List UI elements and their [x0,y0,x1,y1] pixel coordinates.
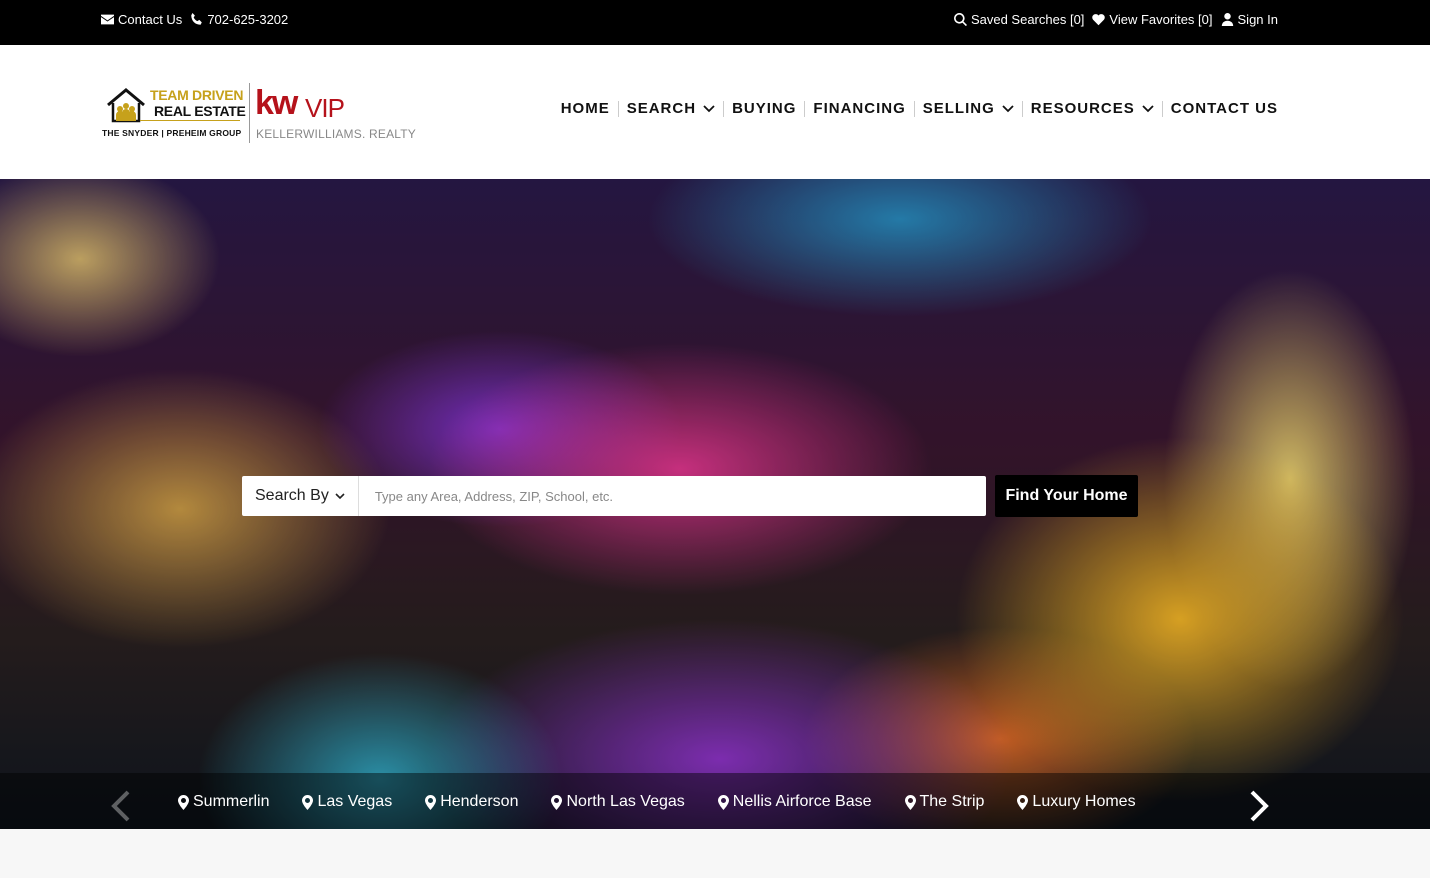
hero-banner: Search By Find Your Home Summerlin Las V… [0,179,1430,829]
area-label: North Las Vegas [566,793,685,810]
nav-buying[interactable]: BUYING [724,100,804,117]
logo-divider [249,83,250,143]
view-favorites-link[interactable]: View Favorites [0] [1092,12,1213,27]
find-your-home-button[interactable]: Find Your Home [995,475,1138,517]
nav-search[interactable]: SEARCH [619,100,723,117]
sign-in-link[interactable]: Sign In [1221,12,1278,27]
map-marker-icon [425,794,437,810]
carousel-next-button[interactable] [1247,789,1271,823]
logo-team-driven: TEAM DRIVEN [150,87,244,103]
sign-in-label: Sign In [1237,12,1278,27]
nav-contact-us[interactable]: CONTACT US [1163,100,1278,117]
chevron-left-icon [111,790,130,822]
map-marker-icon [1017,794,1029,810]
nav-resources-label: RESOURCES [1030,100,1135,117]
page-content-start [0,829,1430,878]
search-input[interactable] [358,476,986,516]
site-logo[interactable]: TEAM DRIVEN REAL ESTATE THE SNYDER | PRE… [100,83,416,143]
nav-home[interactable]: HOME [553,100,618,117]
chevron-down-icon [1142,104,1154,112]
area-label: Luxury Homes [1032,793,1136,810]
house-icon [107,88,145,123]
chevron-down-icon [335,492,345,499]
phone-number: 702-625-3202 [207,12,289,27]
area-label: The Strip [919,793,985,810]
area-link-the-strip[interactable]: The Strip [904,793,985,811]
map-marker-icon [302,794,314,810]
area-label: Las Vegas [317,793,393,810]
top-bar: Contact Us 702-625-3202 Saved Searches [… [0,0,1430,45]
search-by-label: Search By [255,487,329,504]
area-label: Nellis Airforce Base [732,793,872,810]
area-label: Henderson [440,793,519,810]
top-bar-right: Saved Searches [0] View Favorites [0] Si… [954,12,1278,27]
nav-search-label: SEARCH [626,100,697,117]
chevron-down-icon [1002,104,1014,112]
search-icon [954,13,967,26]
map-marker-icon [178,794,189,810]
team-driven-logo: TEAM DRIVEN REAL ESTATE THE SNYDER | PRE… [100,83,246,143]
envelope-icon [101,14,114,25]
kw-logo-mark: kw [255,84,298,122]
logo-underline [140,120,240,121]
chevron-right-icon [1250,790,1269,822]
nav-buying-label: BUYING [732,100,797,117]
top-bar-left: Contact Us 702-625-3202 [101,12,288,27]
carousel-prev-button[interactable] [109,789,133,823]
contact-us-link[interactable]: Contact Us [101,12,182,27]
logo-real-estate: REAL ESTATE [154,103,246,119]
nav-resources[interactable]: RESOURCES [1023,100,1162,117]
nav-selling-label: SELLING [922,100,995,117]
view-favorites-label: View Favorites [0] [1109,12,1213,27]
saved-searches-link[interactable]: Saved Searches [0] [954,12,1084,27]
area-link-nellis-airforce-base[interactable]: Nellis Airforce Base [717,793,872,811]
heart-icon [1092,14,1106,26]
logo-group-name: THE SNYDER | PREHEIM GROUP [102,128,242,138]
contact-us-label: Contact Us [118,12,183,27]
search-by-dropdown[interactable]: Search By [242,476,359,516]
phone-icon [191,13,203,25]
map-marker-icon [904,794,916,810]
chevron-down-icon [703,104,715,112]
area-link-north-las-vegas[interactable]: North Las Vegas [551,793,685,811]
nav-contact-us-label: CONTACT US [1170,100,1278,117]
site-header: TEAM DRIVEN REAL ESTATE THE SNYDER | PRE… [0,45,1430,179]
area-link-luxury-homes[interactable]: Luxury Homes [1017,793,1136,811]
nav-home-label: HOME [560,100,610,117]
nav-financing[interactable]: FINANCING [805,100,913,117]
nav-selling[interactable]: SELLING [915,100,1022,117]
phone-link[interactable]: 702-625-3202 [190,12,288,27]
search-bar: Search By [242,476,986,516]
area-list: Summerlin Las Vegas Henderson North Las … [178,793,1136,811]
user-icon [1221,13,1233,26]
area-link-las-vegas[interactable]: Las Vegas [302,793,392,811]
saved-searches-label: Saved Searches [0] [970,12,1085,27]
keller-williams-realty-text: KELLERWILLIAMS. REALTY [256,127,417,141]
main-nav: HOME SEARCH BUYING FINANCING SELLING RES… [553,100,1278,117]
area-carousel: Summerlin Las Vegas Henderson North Las … [0,773,1430,829]
area-link-summerlin[interactable]: Summerlin [178,793,269,811]
area-label: Summerlin [193,793,270,810]
map-marker-icon [551,794,563,810]
map-marker-icon [717,794,729,810]
area-link-henderson[interactable]: Henderson [425,793,518,811]
nav-financing-label: FINANCING [813,100,906,117]
kw-vip-text: VIP [305,93,345,123]
